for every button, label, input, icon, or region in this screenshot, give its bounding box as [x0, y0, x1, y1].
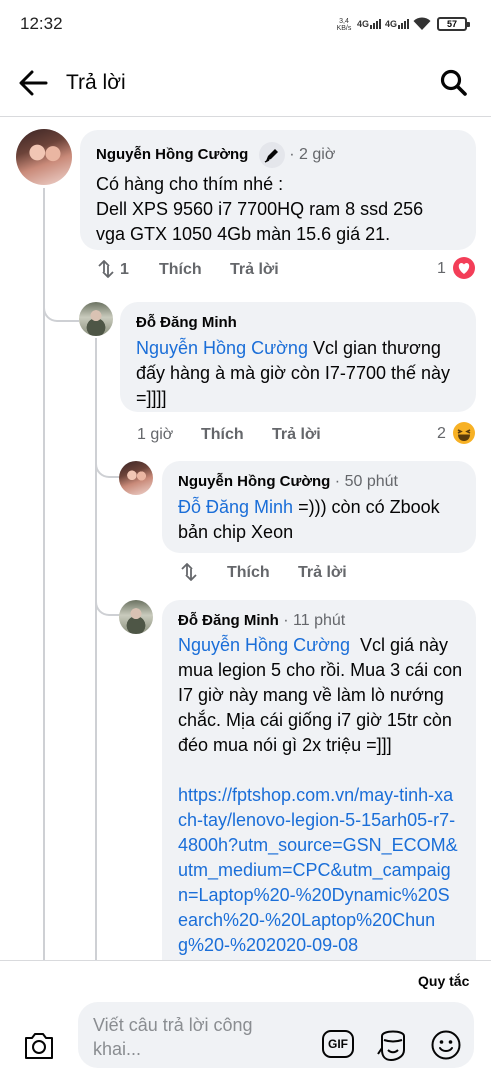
- thread-connector: [95, 450, 120, 478]
- gif-icon[interactable]: GIF: [322, 1030, 354, 1058]
- comment-author[interactable]: Nguyễn Hồng Cường: [178, 473, 330, 490]
- avatar[interactable]: [119, 600, 153, 634]
- avatar[interactable]: [119, 461, 153, 495]
- wifi-icon: [413, 17, 431, 30]
- avatar[interactable]: [16, 129, 72, 185]
- share-count: 1: [120, 261, 129, 278]
- sticker-icon[interactable]: [376, 1026, 410, 1062]
- header-divider: [0, 116, 491, 117]
- comment-time: 1 giờ: [137, 426, 174, 443]
- comment-bubble: Đỗ Đăng Minh Nguyễn Hồng Cường Vcl gian …: [120, 302, 476, 412]
- reaction-count[interactable]: 2: [437, 425, 446, 443]
- like-button[interactable]: Thích: [201, 426, 244, 444]
- camera-icon[interactable]: [22, 1030, 56, 1062]
- thread-connector: [95, 588, 120, 616]
- share-icon[interactable]: [95, 258, 117, 280]
- reply-button[interactable]: Trả lời: [272, 426, 321, 444]
- comment-author[interactable]: Đỗ Đăng Minh: [136, 314, 237, 331]
- comment-bubble: Nguyễn Hồng Cường · 50 phút Đỗ Đăng Minh…: [162, 461, 476, 553]
- reply-placeholder: Viết câu trả lời công khai...: [93, 1015, 253, 1059]
- like-button[interactable]: Thích: [159, 261, 202, 279]
- status-time: 12:32: [20, 14, 63, 33]
- comment-bubble: Đỗ Đăng Minh · 11 phút Nguyễn Hồng Cường…: [162, 600, 476, 980]
- like-button[interactable]: Thích: [227, 564, 270, 582]
- reply-button[interactable]: Trả lời: [298, 564, 347, 582]
- reply-button[interactable]: Trả lời: [230, 261, 279, 279]
- signal-1-icon: 4G: [357, 19, 382, 29]
- composer-divider: [0, 960, 491, 961]
- love-reaction-icon: [453, 257, 475, 279]
- status-bar: 12:32 3,4 KB/s 4G 4G 57: [0, 0, 491, 52]
- comment-text: Có hàng cho thím nhé : Dell XPS 9560 i7 …: [96, 174, 424, 244]
- comment-time: · 50 phút: [334, 473, 398, 490]
- share-icon[interactable]: [178, 561, 200, 583]
- network-speed: 3,4 KB/s: [336, 18, 352, 32]
- emoji-icon[interactable]: [430, 1029, 462, 1061]
- url-link[interactable]: https://fptshop.com.vn/may-tinh-xach-tay…: [178, 783, 458, 958]
- comment-bubble: Nguyễn Hồng Cường · 2 giờ Có hàng cho th…: [80, 130, 476, 250]
- back-arrow-icon[interactable]: [18, 70, 48, 96]
- page-title: Trả lời: [66, 71, 126, 94]
- rules-link[interactable]: Quy tắc: [418, 973, 469, 989]
- mention-link[interactable]: Nguyễn Hồng Cường: [136, 338, 308, 358]
- app-header: Trả lời: [0, 52, 491, 116]
- pen-badge-icon: [258, 142, 285, 168]
- reaction-count[interactable]: 1: [437, 260, 446, 278]
- thread-line-nested: [95, 338, 97, 960]
- signal-2-icon: 4G: [385, 19, 410, 29]
- comment-text: Nguyễn Hồng Cường Vcl giá này mua legion…: [178, 635, 468, 755]
- haha-reaction-icon: [453, 422, 475, 444]
- comment-text: Đỗ Đăng Minh =))) còn có Zbook bản chip …: [178, 497, 445, 542]
- comment-text: Nguyễn Hồng Cường Vcl gian thương đấy hà…: [136, 338, 456, 408]
- mention-link[interactable]: Đỗ Đăng Minh: [178, 497, 293, 517]
- avatar[interactable]: [79, 302, 113, 336]
- thread-connector: [43, 292, 79, 322]
- comment-author[interactable]: Đỗ Đăng Minh: [178, 612, 279, 629]
- search-icon[interactable]: [440, 69, 468, 97]
- mention-link[interactable]: Nguyễn Hồng Cường: [178, 635, 350, 655]
- comment-author[interactable]: Nguyễn Hồng Cường: [96, 146, 248, 163]
- comment-time: · 2 giờ: [289, 146, 336, 164]
- battery-icon: 57: [437, 17, 470, 31]
- comment-time: · 11 phút: [283, 612, 346, 629]
